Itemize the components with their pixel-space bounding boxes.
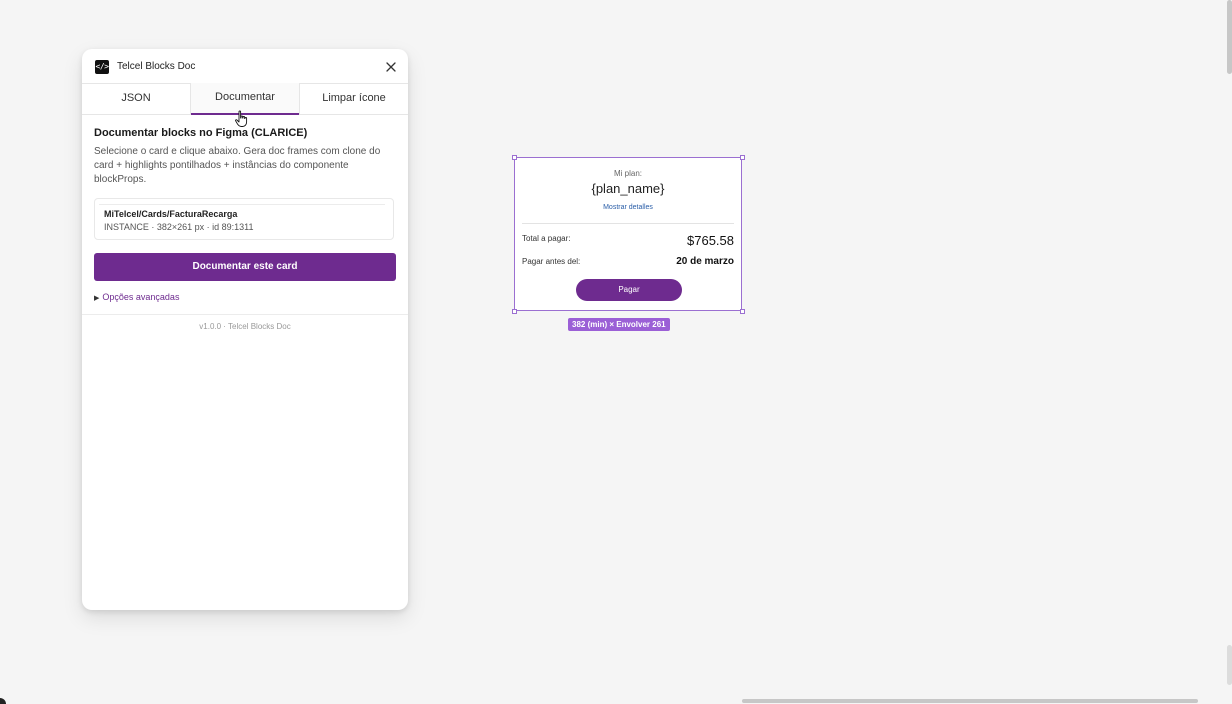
tab-bar: JSON Documentar Limpar ícone	[82, 83, 408, 115]
caret-right-icon: ▶	[94, 295, 100, 302]
selection-info: MiTelcel/Cards/FacturaRecarga INSTANCE ·…	[94, 198, 394, 240]
divider	[82, 314, 408, 315]
resize-handle-top-right[interactable]	[740, 155, 745, 160]
plan-name: {plan_name}	[591, 181, 665, 196]
size-badge: 382 (min) × Envolver 261	[568, 318, 670, 331]
selection-meta: INSTANCE · 382×261 px · id 89:1311	[104, 222, 254, 232]
resize-handle-bottom-left[interactable]	[512, 309, 517, 314]
code-icon: </>	[95, 60, 109, 74]
vertical-scrollbar[interactable]	[1227, 0, 1232, 74]
due-value: 20 de marzo	[676, 256, 734, 267]
tab-documentar[interactable]: Documentar	[190, 83, 300, 115]
window-corner	[0, 698, 6, 704]
section-title: Documentar blocks no Figma (CLARICE)	[94, 127, 308, 139]
total-label: Total a pagar:	[522, 234, 571, 243]
show-details-link[interactable]: Mostrar detalles	[515, 204, 741, 211]
resize-handle-bottom-right[interactable]	[740, 309, 745, 314]
close-icon[interactable]	[382, 58, 400, 76]
advanced-options-toggle[interactable]: ▶ Opções avançadas	[94, 292, 179, 302]
factura-recarga-card[interactable]: Mi plan: {plan_name} Mostrar detalles To…	[514, 157, 742, 311]
due-label: Pagar antes del:	[522, 257, 581, 266]
plugin-titlebar: </> Telcel Blocks Doc	[82, 49, 408, 84]
plugin-window: </> Telcel Blocks Doc JSON Documentar Li…	[82, 49, 408, 610]
tab-limpar-icone[interactable]: Limpar ícone	[300, 83, 408, 114]
selection-name: MiTelcel/Cards/FacturaRecarga	[104, 209, 238, 219]
card-divider	[522, 223, 734, 224]
pay-button[interactable]: Pagar	[576, 279, 682, 301]
documentar-card-button[interactable]: Documentar este card	[94, 253, 396, 281]
plan-label: Mi plan:	[613, 169, 642, 178]
section-description: Selecione o card e clique abaixo. Gera d…	[94, 146, 381, 185]
plugin-title: Telcel Blocks Doc	[117, 61, 196, 72]
vertical-scrollbar-track[interactable]	[1227, 645, 1232, 685]
figma-canvas[interactable]: </> Telcel Blocks Doc JSON Documentar Li…	[0, 0, 1232, 704]
advanced-options-label: Opções avançadas	[102, 292, 180, 302]
horizontal-scrollbar[interactable]	[742, 699, 1198, 703]
version-text: v1.0.0 · Telcel Blocks Doc	[199, 322, 291, 331]
resize-handle-top-left[interactable]	[512, 155, 517, 160]
tab-json[interactable]: JSON	[82, 83, 190, 114]
total-value: $765.58	[687, 233, 734, 248]
